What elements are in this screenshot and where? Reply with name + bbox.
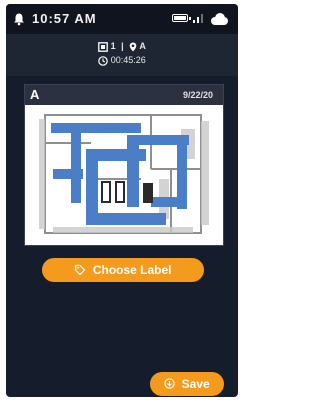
location-name: A [139, 41, 146, 51]
clock-icon [98, 55, 109, 66]
app-screen: 10:57 AM 1 | A 00:45:26 A 9/22/20 Choose… [6, 4, 238, 397]
signal-icon [193, 14, 203, 23]
session-header: 1 | A 00:45:26 [6, 34, 238, 76]
duration-row: 00:45:26 [6, 55, 238, 66]
floor-location-row: 1 | A [6, 41, 238, 52]
battery-icon [172, 14, 191, 22]
choose-label-button[interactable]: Choose Label [42, 258, 204, 282]
save-icon [164, 378, 175, 389]
save-text: Save [181, 377, 210, 391]
location-pin-icon [129, 42, 137, 52]
floor-map-image [31, 109, 217, 241]
separator: | [121, 41, 124, 51]
map-card-header: A 9/22/20 [25, 85, 223, 105]
status-time: 10:57 AM [32, 11, 97, 26]
map-label: A [30, 87, 40, 102]
map-card[interactable]: A 9/22/20 [24, 84, 224, 246]
bell-icon [14, 13, 24, 26]
floor-icon [98, 41, 108, 52]
duration-value: 00:45:26 [110, 55, 146, 65]
map-date: 9/22/20 [182, 90, 213, 100]
status-bar: 10:57 AM [6, 4, 238, 34]
cloud-icon [211, 13, 228, 25]
floor-number: 1 [110, 41, 116, 51]
save-button[interactable]: Save [150, 372, 224, 396]
tag-icon [75, 264, 86, 276]
choose-label-text: Choose Label [92, 263, 172, 277]
